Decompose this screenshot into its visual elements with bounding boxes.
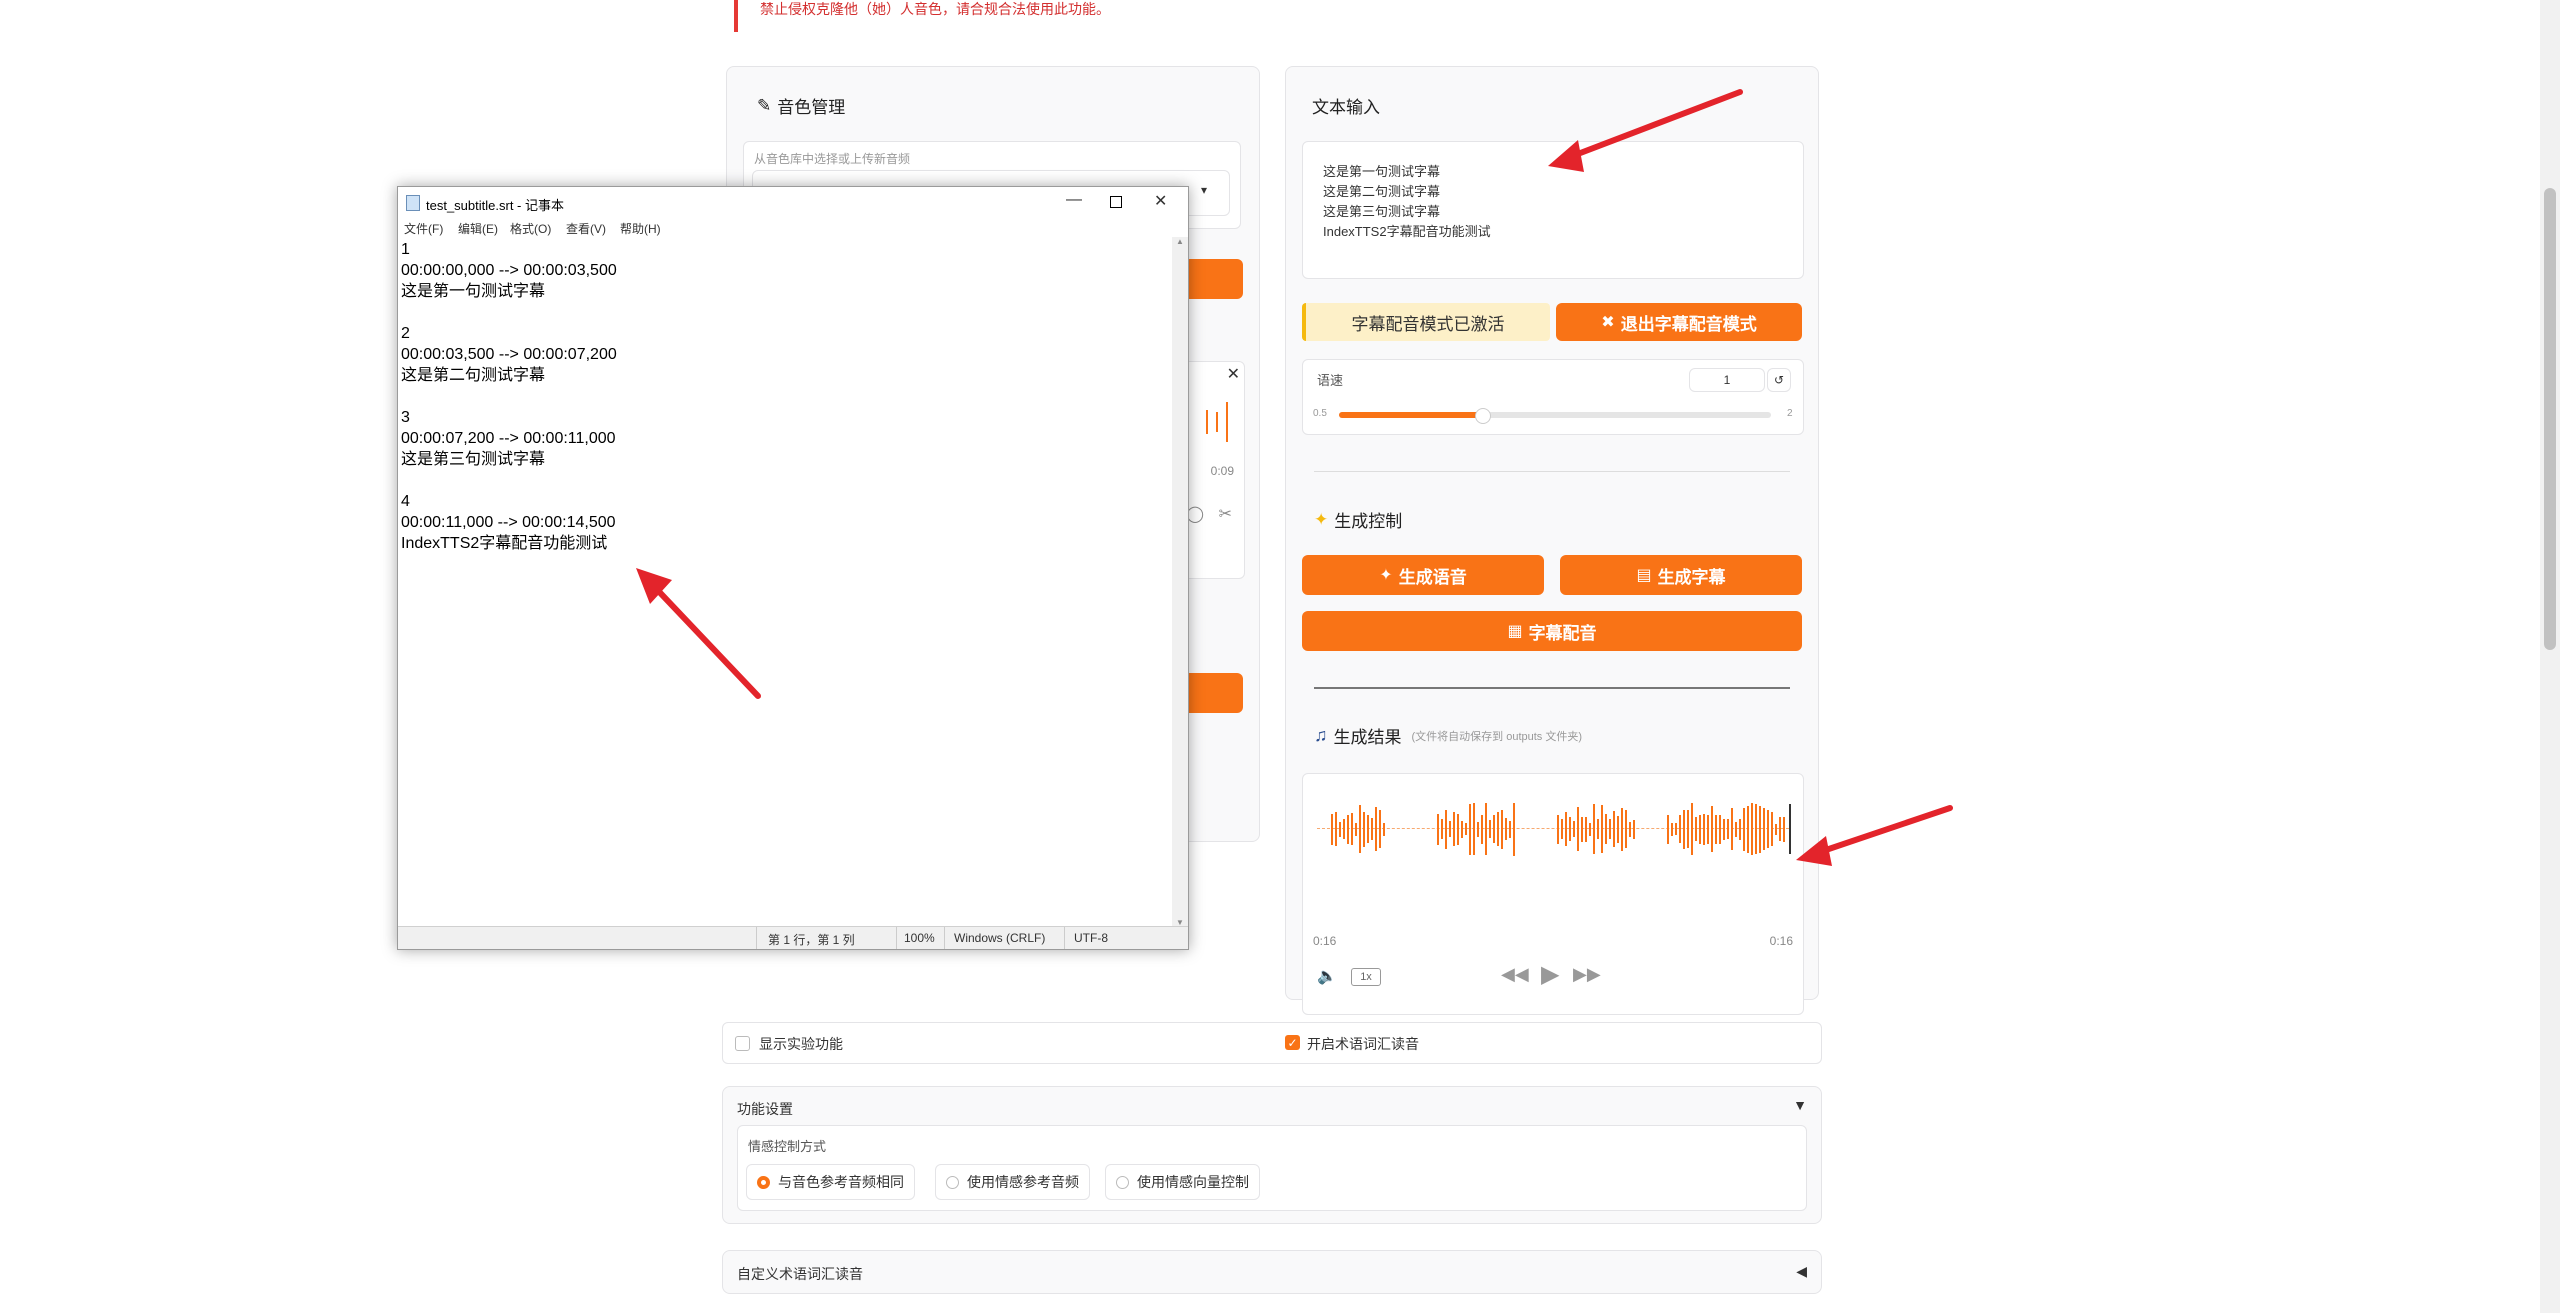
annotation-arrows: [636, 89, 1953, 866]
annotation-arrow: [1548, 89, 1743, 172]
annotation-arrow: [1796, 805, 1953, 866]
annotation-arrow: [636, 568, 761, 699]
